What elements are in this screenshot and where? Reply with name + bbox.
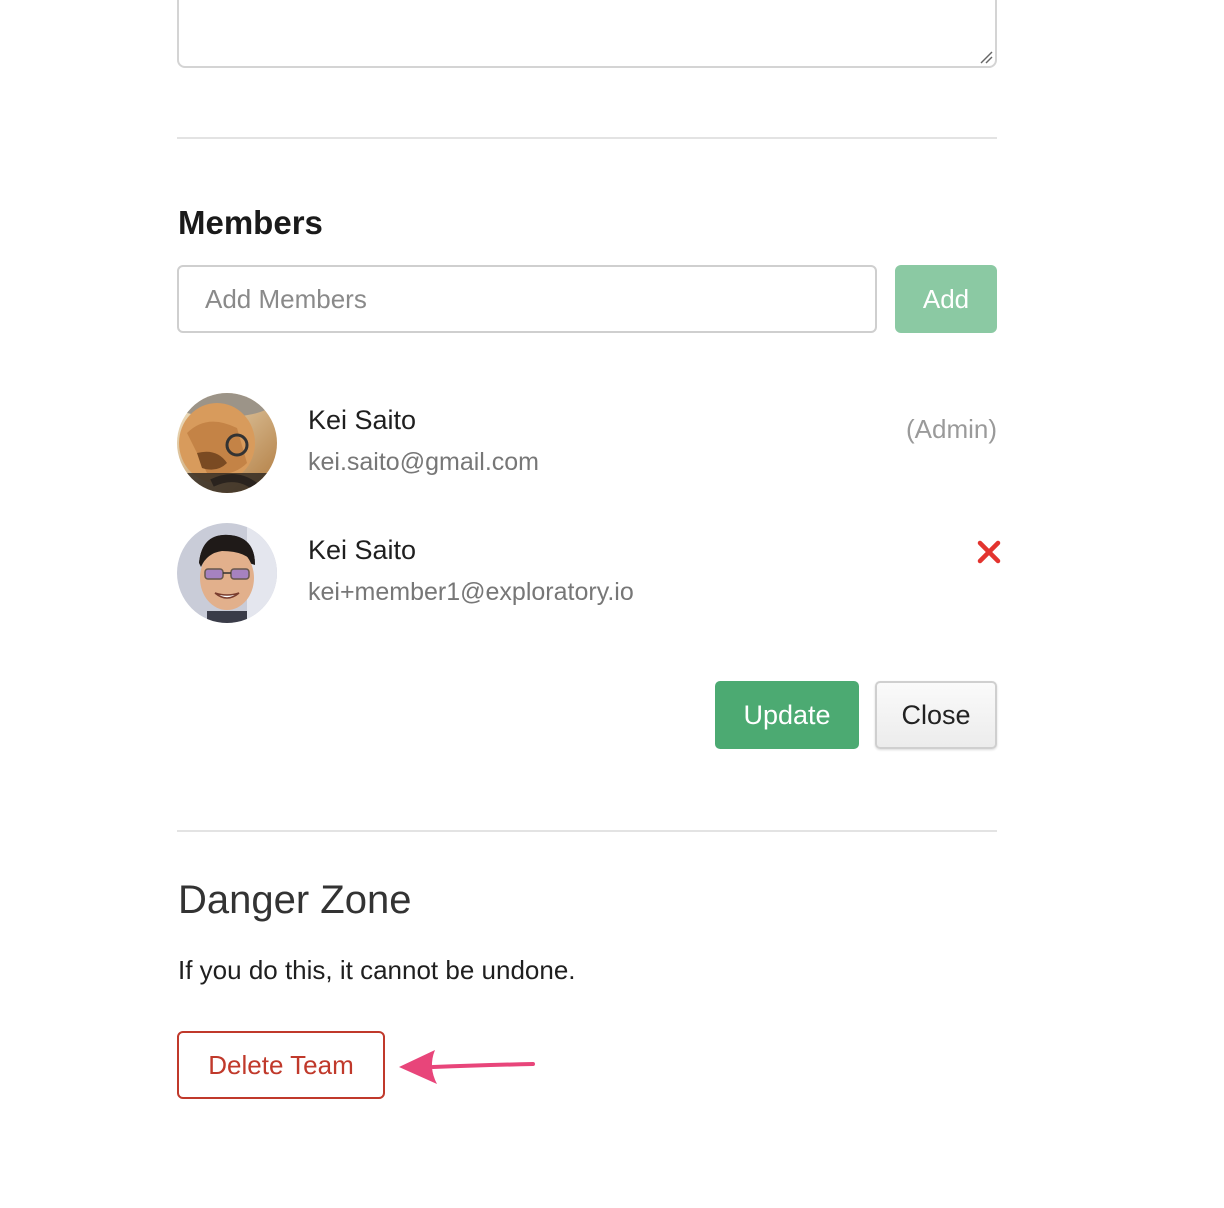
add-member-button[interactable]: Add bbox=[895, 265, 997, 333]
close-button[interactable]: Close bbox=[875, 681, 997, 749]
person-with-cap-photo-icon bbox=[177, 393, 277, 493]
member-email: kei.saito@gmail.com bbox=[308, 448, 540, 476]
pink-arrow-left-icon bbox=[399, 1050, 535, 1084]
danger-zone-heading: Danger Zone bbox=[178, 878, 412, 922]
admin-role-label: (Admin) bbox=[905, 414, 997, 444]
delete-team-button[interactable]: Delete Team bbox=[177, 1031, 385, 1099]
member-name: Kei Saito bbox=[308, 535, 417, 565]
section-divider bbox=[177, 830, 997, 832]
add-members-input[interactable] bbox=[177, 265, 877, 333]
member-row bbox=[177, 523, 277, 623]
member-email: kei+member1@exploratory.io bbox=[308, 578, 634, 606]
description-textarea[interactable] bbox=[177, 0, 997, 68]
smiling-person-photo-icon bbox=[177, 523, 277, 623]
update-button[interactable]: Update bbox=[715, 681, 859, 749]
danger-zone-warning: If you do this, it cannot be undone. bbox=[178, 955, 576, 985]
remove-member-close-icon[interactable] bbox=[974, 537, 1004, 567]
avatar bbox=[177, 393, 277, 493]
members-heading: Members bbox=[178, 204, 323, 241]
section-divider bbox=[177, 137, 997, 139]
resize-grip-icon[interactable] bbox=[979, 50, 993, 64]
member-name: Kei Saito bbox=[308, 405, 417, 435]
avatar bbox=[177, 523, 277, 623]
member-row bbox=[177, 393, 277, 493]
